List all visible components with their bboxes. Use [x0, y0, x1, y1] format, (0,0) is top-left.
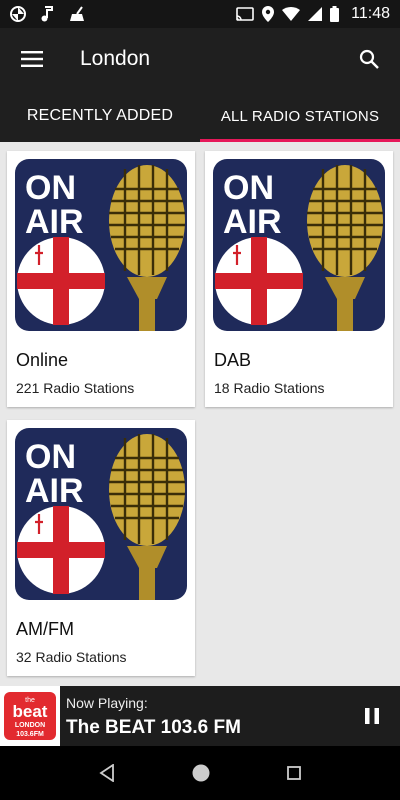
pause-icon [365, 708, 379, 724]
recents-icon[interactable] [287, 766, 302, 780]
card-station-count: 221 Radio Stations [16, 380, 135, 396]
now-playing-bar[interactable]: the beat LONDON 103.6FM Now Playing: The… [0, 686, 400, 746]
category-card-online[interactable]: ON AIR Online 221 Radio Stations [7, 151, 195, 407]
signal-icon [308, 7, 323, 21]
status-time: 11:48 [351, 5, 390, 22]
svg-text:ON: ON [223, 169, 274, 207]
category-grid: ON AIR Online 221 Radio Stations ON AIR … [0, 142, 400, 686]
station-logo: the beat LONDON 103.6FM [0, 686, 60, 746]
status-bar: 11:48 [0, 0, 400, 28]
tab-recently-added[interactable]: RECENTLY ADDED [0, 90, 200, 142]
location-icon [262, 6, 275, 22]
tab-all-radio-stations[interactable]: ALL RADIO STATIONS [200, 90, 400, 142]
system-nav-bar [0, 746, 400, 800]
on-air-microphone-image: ON AIR [15, 428, 187, 600]
back-icon[interactable] [99, 764, 115, 782]
svg-text:LONDON: LONDON [15, 722, 45, 729]
wifi-icon [282, 7, 301, 21]
pinwheel-icon [10, 6, 26, 22]
card-title: Online [16, 350, 69, 370]
card-title: AM/FM [16, 619, 74, 639]
hamburger-icon [21, 51, 43, 67]
tab-bar: RECENTLY ADDED ALL RADIO STATIONS [0, 90, 400, 142]
search-button[interactable] [338, 28, 400, 90]
svg-text:AIR: AIR [25, 472, 84, 510]
card-station-count: 32 Radio Stations [16, 649, 127, 665]
page-title: London [80, 47, 151, 70]
card-title: DAB [214, 350, 252, 370]
svg-text:AIR: AIR [25, 203, 84, 241]
home-icon[interactable] [192, 764, 210, 782]
category-card-am-fm[interactable]: ON AIR AM/FM 32 Radio Stations [7, 420, 195, 676]
now-playing-label: Now Playing: [66, 695, 148, 711]
card-station-count: 18 Radio Stations [214, 380, 325, 396]
pause-button[interactable] [360, 704, 384, 728]
svg-text:ON: ON [25, 169, 76, 207]
on-air-microphone-image: ON AIR [213, 159, 385, 331]
svg-text:ON: ON [25, 438, 76, 476]
cast-icon [236, 7, 254, 21]
svg-text:AIR: AIR [223, 203, 282, 241]
on-air-microphone-image: ON AIR [15, 159, 187, 331]
screen: 11:48 London RECENTLY ADDED ALL RADIO ST… [0, 0, 400, 800]
svg-text:103.6FM: 103.6FM [16, 731, 44, 738]
category-card-dab[interactable]: ON AIR DAB 18 Radio Stations [205, 151, 393, 407]
search-icon [359, 49, 379, 69]
music-note-icon [40, 6, 54, 22]
now-playing-station: The BEAT 103.6 FM [66, 717, 241, 738]
broom-icon [68, 6, 86, 22]
menu-button[interactable] [0, 28, 64, 90]
svg-text:beat: beat [13, 702, 48, 721]
battery-icon [330, 6, 340, 22]
app-bar: London [0, 28, 400, 90]
